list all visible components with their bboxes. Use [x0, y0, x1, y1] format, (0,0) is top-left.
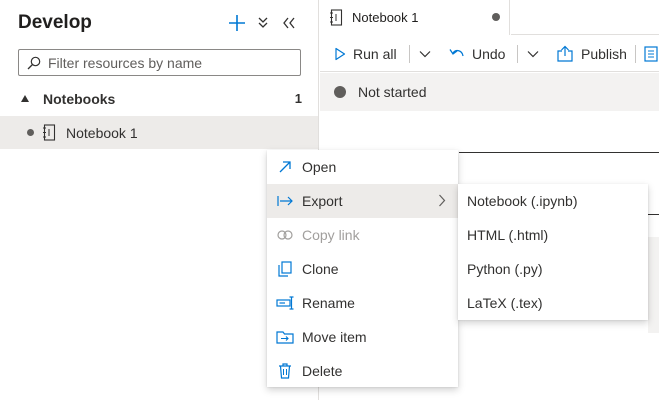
chevron-down-icon [419, 50, 431, 57]
publish-icon [557, 45, 573, 62]
tree-item-notebook-1[interactable]: Notebook 1 [0, 116, 318, 149]
trash-icon [276, 362, 294, 380]
menu-item-label: Rename [302, 295, 355, 311]
open-arrow-icon [276, 158, 294, 176]
publish-button[interactable]: Publish [556, 41, 627, 66]
undo-dropdown[interactable] [524, 41, 542, 66]
play-icon [335, 47, 346, 60]
run-all-label: Run all [353, 45, 397, 62]
toolbar-separator [517, 45, 518, 63]
notebook-icon [42, 124, 56, 141]
menu-item-label: Open [302, 159, 337, 175]
properties-button[interactable] [644, 41, 658, 66]
clone-icon [276, 260, 294, 278]
group-label: Notebooks [43, 90, 116, 107]
rename-icon [276, 294, 294, 312]
chevron-right-icon [438, 194, 446, 207]
menu-item-open[interactable]: Open [267, 150, 458, 184]
code-cell-border [459, 152, 659, 153]
menu-item-label: Copy link [302, 227, 360, 243]
export-latex-item[interactable]: LaTeX (.tex) [458, 286, 648, 320]
filter-box [18, 49, 301, 76]
double-chevron-left-icon [283, 17, 295, 29]
menu-item-export[interactable]: Export [267, 184, 458, 218]
run-all-button[interactable]: Run all [334, 41, 397, 66]
context-menu: Open Export Copy link Clone Rename Move … [267, 150, 458, 387]
properties-icon [644, 45, 658, 62]
session-status-bar: Not started [320, 73, 659, 111]
undo-label: Undo [472, 45, 506, 62]
filter-input[interactable] [48, 54, 298, 71]
export-submenu: Notebook (.ipynb) HTML (.html) Python (.… [458, 184, 648, 320]
collapse-panel-button[interactable] [279, 11, 299, 35]
toolbar-separator [635, 45, 636, 63]
undo-button[interactable]: Undo [449, 41, 505, 66]
menu-item-move[interactable]: Move item [267, 320, 458, 354]
menu-item-delete[interactable]: Delete [267, 354, 458, 388]
collapse-all-button[interactable] [253, 11, 273, 35]
notebooks-group[interactable]: Notebooks 1 [0, 86, 319, 111]
export-html-item[interactable]: HTML (.html) [458, 218, 648, 252]
add-resource-button[interactable] [227, 11, 247, 35]
publish-label: Publish [581, 45, 627, 62]
panel-title: Develop [18, 12, 92, 33]
export-python-item[interactable]: Python (.py) [458, 252, 648, 286]
search-icon [27, 56, 41, 69]
move-item-icon [276, 328, 294, 346]
status-text: Not started [358, 84, 427, 100]
toolbar-separator [409, 45, 410, 63]
menu-item-label: Move item [302, 329, 367, 345]
export-ipynb-item[interactable]: Notebook (.ipynb) [458, 184, 648, 218]
group-count: 1 [294, 91, 302, 106]
menu-item-clone[interactable]: Clone [267, 252, 458, 286]
unsaved-dot-icon [27, 129, 34, 136]
tab-strip [511, 0, 659, 35]
unsaved-indicator [492, 13, 500, 21]
tree-item-label: Notebook 1 [66, 124, 138, 141]
double-chevron-down-icon [258, 17, 268, 28]
expand-caret-icon[interactable] [21, 95, 29, 102]
tab-notebook-1[interactable]: Notebook 1 [320, 0, 510, 35]
code-cell[interactable] [648, 237, 659, 333]
menu-item-rename[interactable]: Rename [267, 286, 458, 320]
run-all-dropdown[interactable] [416, 41, 434, 66]
link-icon [276, 226, 294, 244]
notebook-icon [329, 9, 343, 26]
menu-item-label: Delete [302, 363, 343, 379]
undo-icon [449, 48, 464, 56]
menu-item-label: Export [302, 193, 343, 209]
plus-icon [229, 15, 245, 31]
status-icon [334, 86, 346, 98]
export-icon [276, 192, 294, 210]
chevron-down-icon [527, 50, 539, 57]
menu-item-label: Clone [302, 261, 339, 277]
tab-label: Notebook 1 [352, 10, 419, 25]
notebook-toolbar: Run all Undo Publish [320, 35, 659, 72]
menu-item-copy-link[interactable]: Copy link [267, 218, 458, 252]
